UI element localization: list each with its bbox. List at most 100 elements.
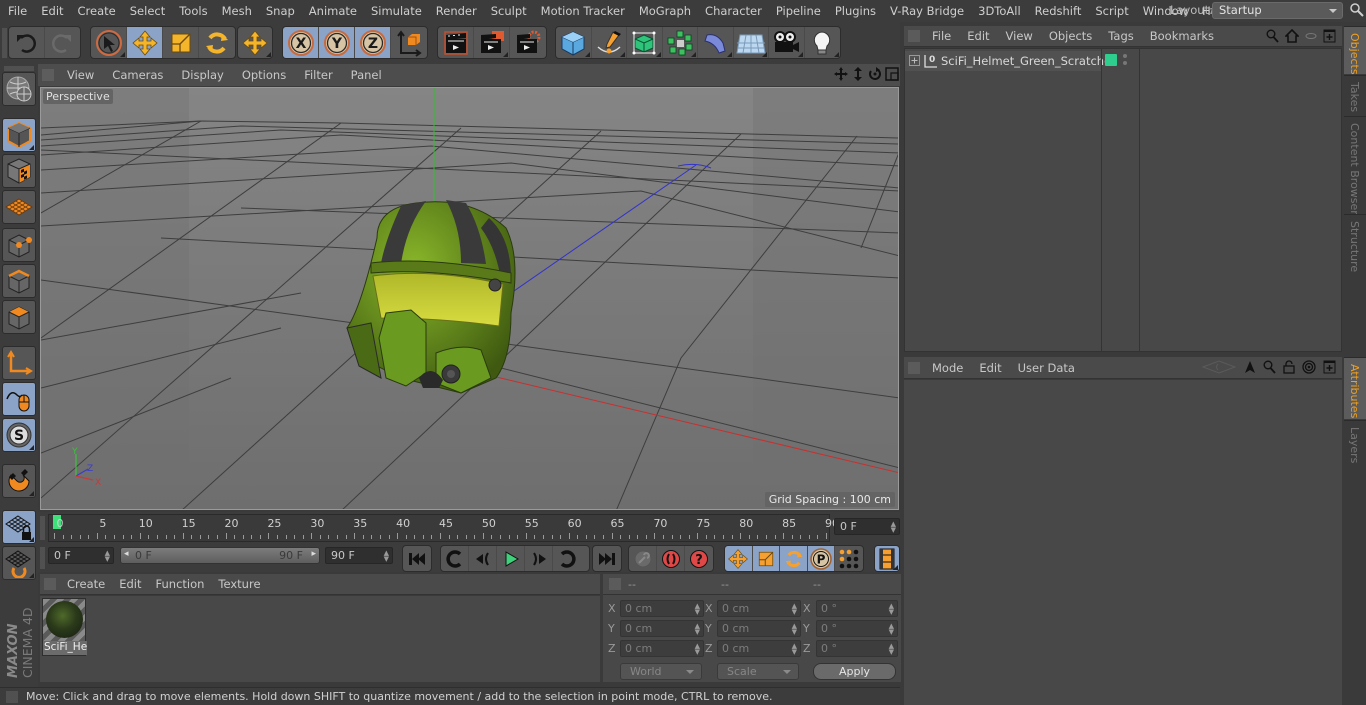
size-z-field[interactable]: 0 cm ▲ ▼ [717, 640, 801, 657]
home-icon[interactable] [1285, 29, 1299, 43]
subdivision-surface-button[interactable] [627, 27, 663, 58]
viewport-menu-filter[interactable]: Filter [295, 68, 341, 82]
layer-color-swatch[interactable] [1105, 54, 1117, 66]
y-axis-lock-button[interactable]: Y [319, 27, 355, 58]
menu-render[interactable]: Render [429, 4, 484, 18]
tab-content-browser[interactable]: Content Browser [1344, 116, 1366, 215]
polygons-mode-button[interactable] [2, 300, 36, 334]
3d-viewport[interactable]: Y Z X Perspective Grid Spacing : 100 cm [40, 87, 899, 510]
make-editable-button[interactable] [2, 72, 36, 106]
scale-button[interactable] [163, 27, 199, 58]
viewport-grip[interactable] [42, 69, 54, 81]
next-frame-button[interactable] [525, 546, 553, 571]
attribute-menu-mode[interactable]: Mode [924, 361, 971, 375]
new-window-icon[interactable] [1323, 360, 1336, 374]
tab-objects[interactable]: Objects [1344, 26, 1366, 75]
layout-dropdown[interactable]: Startup [1212, 2, 1343, 19]
floor-button[interactable] [734, 27, 769, 58]
start-frame-field[interactable]: 0 F ▲ ▼ [48, 547, 114, 564]
key-parameter-button[interactable]: P [807, 546, 836, 571]
target-icon[interactable] [1302, 360, 1316, 374]
editor-visibility-dot[interactable] [1123, 54, 1127, 58]
cloner-button[interactable] [663, 27, 698, 58]
pen-button[interactable] [592, 27, 627, 58]
timeline-ruler[interactable]: 0 5 10 15 20 25 30 35 40 45 50 55 60 65 70 75 80 85 90 [48, 514, 839, 542]
viewport-menu-cameras[interactable]: Cameras [103, 68, 172, 82]
record-keys-button[interactable] [629, 546, 657, 571]
menu-sculpt[interactable]: Sculpt [484, 4, 534, 18]
object-row[interactable]: 0 SciFi_Helmet_Green_Scratches [905, 51, 1117, 71]
attribute-menu-edit[interactable]: Edit [971, 361, 1009, 375]
tab-structure[interactable]: Structure [1344, 214, 1366, 276]
key-pla-button[interactable] [835, 546, 863, 571]
size-mode-dropdown[interactable]: Scale [717, 663, 799, 680]
size-y-field[interactable]: 0 cm ▲ ▼ [717, 620, 801, 637]
viewport-menu-view[interactable]: View [58, 68, 103, 82]
transport-grip[interactable] [40, 547, 45, 569]
tab-layers[interactable]: Layers [1344, 420, 1366, 464]
previous-keyframe-button[interactable] [441, 546, 469, 571]
camera-button[interactable] [769, 27, 805, 58]
play-forward-button[interactable] [497, 546, 525, 571]
attribute-menu-user-data[interactable]: User Data [1010, 361, 1083, 375]
history-back-icon[interactable] [1201, 360, 1237, 374]
object-manager-grip[interactable] [908, 30, 920, 42]
rotate-button[interactable] [199, 27, 235, 58]
live-selection-button[interactable] [91, 27, 127, 58]
viewport-menu-panel[interactable]: Panel [342, 68, 391, 82]
render-visibility-dot[interactable] [1123, 61, 1127, 65]
tab-attributes[interactable]: Attributes [1344, 357, 1366, 419]
tab-takes[interactable]: Takes [1344, 75, 1366, 115]
timeline-window-button[interactable] [875, 546, 899, 571]
size-x-field[interactable]: 0 cm ▲ ▼ [717, 600, 801, 617]
menu-edit[interactable]: Edit [34, 4, 70, 18]
current-frame-field[interactable]: 0 F ▲ ▼ [834, 518, 900, 535]
x-axis-lock-button[interactable]: X [283, 27, 319, 58]
menu-character[interactable]: Character [698, 4, 769, 18]
range-right-arrow-icon[interactable]: ▸ [311, 549, 316, 559]
previous-frame-button[interactable] [469, 546, 497, 571]
toggle-layout-icon[interactable] [885, 67, 899, 81]
menu-script[interactable]: Script [1088, 4, 1135, 18]
menu-vray-bridge[interactable]: V-Ray Bridge [883, 4, 971, 18]
object-menu-edit[interactable]: Edit [959, 29, 997, 43]
key-rotation-button[interactable] [780, 546, 808, 571]
end-frame-field[interactable]: 90 F ▲ ▼ [325, 547, 393, 564]
go-to-end-button[interactable] [593, 546, 621, 571]
viewport-menu-options[interactable]: Options [233, 68, 295, 82]
go-to-start-button[interactable] [403, 546, 431, 571]
rotation-y-field[interactable]: 0 ° ▲ ▼ [816, 620, 898, 637]
autokeying-button[interactable] [657, 546, 685, 571]
pan-view-icon[interactable] [834, 67, 848, 81]
search-icon[interactable] [1350, 3, 1364, 17]
material-thumbnail[interactable]: SciFi_He [42, 598, 87, 656]
timeline-grip[interactable] [40, 516, 45, 540]
menu-tools[interactable]: Tools [172, 4, 214, 18]
render-to-picture-viewer-button[interactable] [474, 27, 510, 58]
preview-range-slider[interactable]: ◂ 0 F 90 F ▸ [120, 547, 320, 564]
coordinates-grip[interactable] [609, 578, 621, 590]
unlock-icon[interactable] [1283, 360, 1295, 374]
position-x-field[interactable]: 0 cm ▲ ▼ [620, 600, 704, 617]
redo-button[interactable] [45, 27, 81, 58]
viewport-menu-display[interactable]: Display [172, 68, 232, 82]
object-menu-view[interactable]: View [998, 29, 1041, 43]
new-window-icon[interactable] [1323, 29, 1336, 43]
workplane-align-button[interactable] [2, 546, 36, 580]
object-menu-bookmarks[interactable]: Bookmarks [1142, 29, 1222, 43]
zoom-view-icon[interactable] [851, 67, 865, 81]
deformer-button[interactable] [698, 27, 734, 58]
position-y-field[interactable]: 0 cm ▲ ▼ [620, 620, 704, 637]
keyframe-selection-button[interactable]: ? [685, 546, 713, 571]
workplane-lock-button[interactable] [2, 510, 36, 544]
menu-mesh[interactable]: Mesh [215, 4, 259, 18]
move-button[interactable] [127, 27, 163, 58]
rotate-view-icon[interactable] [868, 67, 882, 81]
key-scale-button[interactable] [752, 546, 781, 571]
solo-button[interactable]: S [2, 418, 36, 452]
edges-mode-button[interactable] [2, 264, 36, 298]
menu-create[interactable]: Create [71, 4, 123, 18]
cube-button[interactable] [556, 27, 592, 58]
object-menu-tags[interactable]: Tags [1100, 29, 1141, 43]
snap-button[interactable] [2, 464, 36, 498]
